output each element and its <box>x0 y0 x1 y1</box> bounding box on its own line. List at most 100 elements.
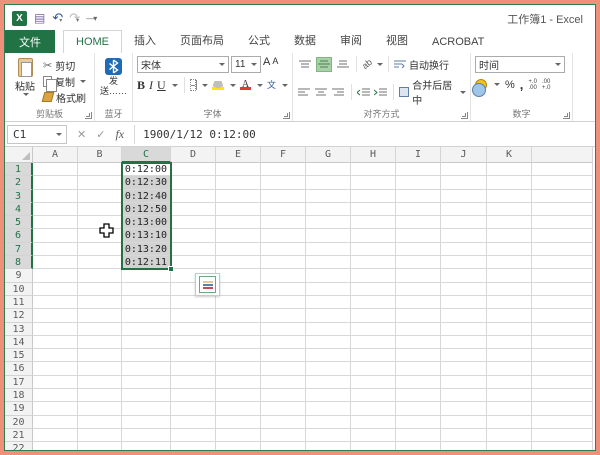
cell-B13[interactable] <box>78 323 122 336</box>
row-header-7[interactable]: 7 <box>5 243 33 256</box>
cell-F2[interactable] <box>261 176 306 189</box>
row-header-3[interactable]: 3 <box>5 190 33 203</box>
cell-E13[interactable] <box>216 323 261 336</box>
cell-B10[interactable] <box>78 283 122 296</box>
cell-C6[interactable]: 0:13:10 <box>122 229 171 242</box>
cell-K13[interactable] <box>487 323 532 336</box>
cell-C5[interactable]: 0:13:00 <box>122 216 171 229</box>
cell-K19[interactable] <box>487 402 532 415</box>
cell-A21[interactable] <box>33 429 78 442</box>
cell-A10[interactable] <box>33 283 78 296</box>
cell-D21[interactable] <box>171 429 216 442</box>
orientation-dropdown-icon[interactable] <box>377 63 383 66</box>
cell-H22[interactable] <box>351 442 396 450</box>
cell-partial[interactable] <box>532 269 593 282</box>
cell-A18[interactable] <box>33 389 78 402</box>
cell-K17[interactable] <box>487 376 532 389</box>
font-name-dropdown-icon[interactable] <box>219 63 225 66</box>
excel-logo-icon[interactable]: X <box>12 11 27 26</box>
cell-G10[interactable] <box>306 283 351 296</box>
cell-F12[interactable] <box>261 309 306 322</box>
cell-C17[interactable] <box>122 376 171 389</box>
cell-H3[interactable] <box>351 190 396 203</box>
save-icon[interactable]: ▤ <box>34 12 45 25</box>
cell-C1[interactable]: 0:12:00 <box>122 163 171 176</box>
tab-review[interactable]: 审阅 <box>328 27 374 53</box>
undo-dropdown-icon[interactable]: ▾ <box>59 18 62 24</box>
tab-data[interactable]: 数据 <box>282 27 328 53</box>
align-left-button[interactable] <box>297 85 311 100</box>
cell-partial[interactable] <box>532 416 593 429</box>
cell-H7[interactable] <box>351 243 396 256</box>
cell-A8[interactable] <box>33 256 78 269</box>
paste-dropdown-icon[interactable] <box>23 93 29 96</box>
cell-I20[interactable] <box>396 416 441 429</box>
cell-partial[interactable] <box>532 309 593 322</box>
cell-C4[interactable]: 0:12:50 <box>122 203 171 216</box>
cell-partial[interactable] <box>532 176 593 189</box>
cell-C10[interactable] <box>122 283 171 296</box>
cell-partial[interactable] <box>532 283 593 296</box>
cell-F17[interactable] <box>261 376 306 389</box>
cell-K7[interactable] <box>487 243 532 256</box>
column-header-E[interactable]: E <box>216 147 261 163</box>
merge-center-button[interactable]: 合并后居中 <box>399 77 466 107</box>
enter-icon[interactable]: ✓ <box>96 128 105 141</box>
font-name-combo[interactable]: 宋体 <box>137 56 229 73</box>
copy-dropdown-icon[interactable] <box>80 80 86 83</box>
cell-D5[interactable] <box>171 216 216 229</box>
cell-D7[interactable] <box>171 243 216 256</box>
cell-H15[interactable] <box>351 349 396 362</box>
cell-E22[interactable] <box>216 442 261 450</box>
cell-D3[interactable] <box>171 190 216 203</box>
cell-J8[interactable] <box>441 256 487 269</box>
cell-E19[interactable] <box>216 402 261 415</box>
cell-J22[interactable] <box>441 442 487 450</box>
cell-J12[interactable] <box>441 309 487 322</box>
font-size-dropdown-icon[interactable] <box>251 63 257 66</box>
customize-quick-access-icon[interactable]: —▾ <box>86 14 96 23</box>
cell-J16[interactable] <box>441 362 487 375</box>
cell-K21[interactable] <box>487 429 532 442</box>
cell-G12[interactable] <box>306 309 351 322</box>
cell-partial[interactable] <box>532 296 593 309</box>
cell-C21[interactable] <box>122 429 171 442</box>
cell-A14[interactable] <box>33 336 78 349</box>
cell-H6[interactable] <box>351 229 396 242</box>
cell-C18[interactable] <box>122 389 171 402</box>
cell-I16[interactable] <box>396 362 441 375</box>
cell-D20[interactable] <box>171 416 216 429</box>
cell-partial[interactable] <box>532 389 593 402</box>
cell-partial[interactable] <box>532 402 593 415</box>
cell-A6[interactable] <box>33 229 78 242</box>
cell-partial[interactable] <box>532 336 593 349</box>
row-header-4[interactable]: 4 <box>5 203 33 216</box>
cell-A16[interactable] <box>33 362 78 375</box>
bold-button[interactable]: B <box>137 78 145 93</box>
percent-style-button[interactable]: % <box>505 79 515 91</box>
cell-G1[interactable] <box>306 163 351 176</box>
row-header-16[interactable]: 16 <box>5 362 33 375</box>
shrink-font-button[interactable]: A <box>272 56 278 73</box>
cell-G7[interactable] <box>306 243 351 256</box>
insert-function-icon[interactable]: fx <box>115 127 124 142</box>
cell-A22[interactable] <box>33 442 78 450</box>
cell-J7[interactable] <box>441 243 487 256</box>
phonetic-guide-button[interactable]: 文 <box>267 81 276 90</box>
cell-J11[interactable] <box>441 296 487 309</box>
cell-I4[interactable] <box>396 203 441 216</box>
cell-I5[interactable] <box>396 216 441 229</box>
cell-D4[interactable] <box>171 203 216 216</box>
cell-F9[interactable] <box>261 269 306 282</box>
cell-G16[interactable] <box>306 362 351 375</box>
tab-insert[interactable]: 插入 <box>122 27 168 53</box>
cell-C19[interactable] <box>122 402 171 415</box>
cell-I11[interactable] <box>396 296 441 309</box>
cell-J2[interactable] <box>441 176 487 189</box>
number-format-combo[interactable]: 时间 <box>475 56 565 73</box>
column-header-H[interactable]: H <box>351 147 396 163</box>
cell-I13[interactable] <box>396 323 441 336</box>
phonetic-dropdown-icon[interactable] <box>282 84 288 87</box>
font-dialog-launcher-icon[interactable] <box>283 112 290 119</box>
decrease-indent-button[interactable] <box>356 85 370 100</box>
